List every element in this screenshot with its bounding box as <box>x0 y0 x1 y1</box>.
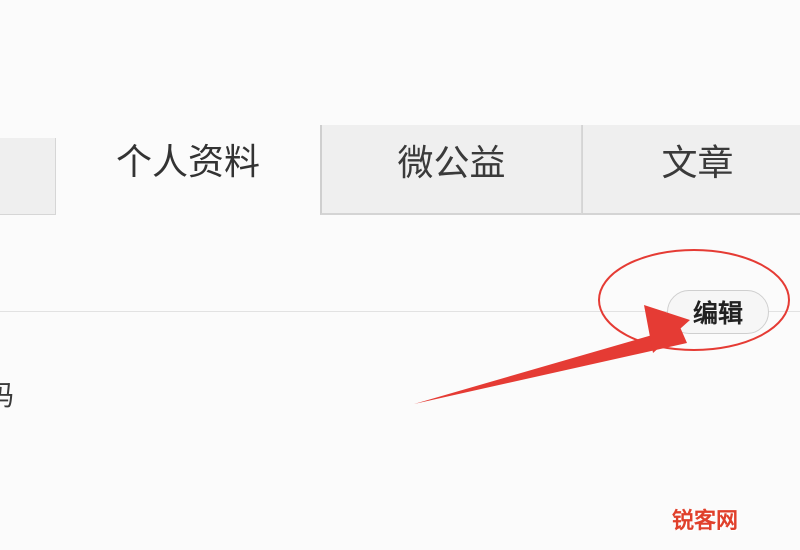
tab-profile[interactable]: 个人资料 <box>56 125 320 225</box>
tab-profile-label: 个人资料 <box>115 142 260 183</box>
edit-button-label: 编辑 <box>692 299 743 328</box>
tab-articles-label: 文章 <box>661 143 734 184</box>
tab-charity[interactable]: 微公益 <box>320 125 582 215</box>
site-watermark: 锐客网 <box>672 509 739 534</box>
profile-tab-bar: 个人资料 微公益 文章 <box>0 0 800 230</box>
tab-charity-label: 微公益 <box>397 143 506 184</box>
tab-articles[interactable]: 文章 <box>582 125 800 215</box>
tab-previous[interactable] <box>0 138 56 215</box>
password-field-label: 码 <box>0 379 15 412</box>
arrow-pointer-icon <box>414 305 690 404</box>
edit-button[interactable]: 编辑 <box>667 290 769 334</box>
